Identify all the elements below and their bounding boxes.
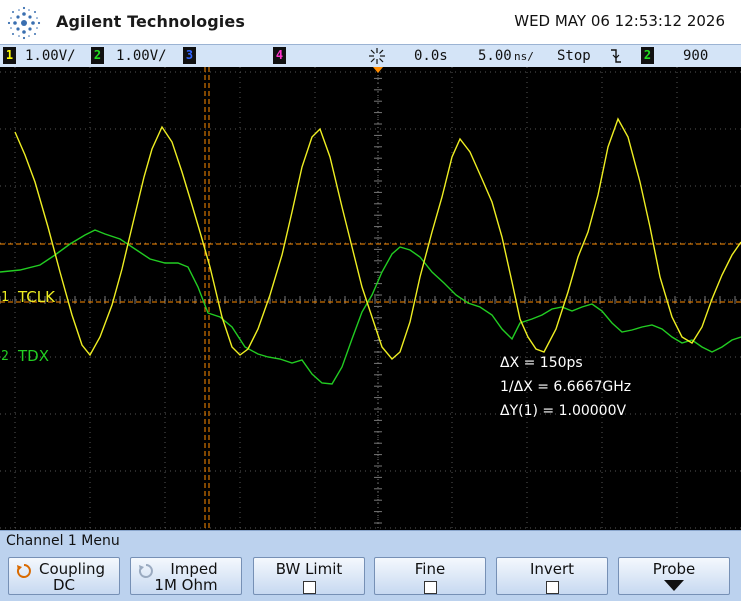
channel-1-label: TCLK xyxy=(18,288,55,306)
delta-y-readout: ΔY(1) = 1.00000V xyxy=(500,403,627,419)
waveform-graticule xyxy=(0,67,741,530)
bw-limit-checkbox[interactable] xyxy=(302,581,316,594)
invert-softkey[interactable]: Invert xyxy=(496,557,608,595)
delta-x-readout: ΔX = 150ps xyxy=(500,355,583,371)
channel-1-badge[interactable]: 1 xyxy=(3,47,16,64)
run-state[interactable]: Stop xyxy=(557,48,591,64)
invert-checkbox[interactable] xyxy=(545,581,559,594)
brand-name: Agilent Technologies xyxy=(56,12,245,31)
channel-2-badge[interactable]: 2 xyxy=(91,47,104,64)
inverse-delta-x-readout: 1/ΔX = 6.6667GHz xyxy=(500,379,632,395)
channel-4-badge[interactable]: 4 xyxy=(273,47,286,64)
acquisition-mode-icon xyxy=(369,48,385,64)
channel-2-ground-marker[interactable]: 2 xyxy=(1,349,13,364)
bw-limit-label: BW Limit xyxy=(275,560,343,578)
header-bar: Agilent Technologies WED MAY 06 12:53:12… xyxy=(0,0,741,44)
fine-softkey[interactable]: Fine xyxy=(374,557,486,595)
channel-1-ground-marker[interactable]: 1 xyxy=(1,290,13,305)
rotate-knob-icon xyxy=(16,564,31,578)
trigger-source-badge[interactable]: 2 xyxy=(641,47,654,64)
probe-label: Probe xyxy=(652,560,696,578)
invert-label: Invert xyxy=(529,560,575,578)
agilent-logo-icon xyxy=(7,6,41,40)
time-scale-unit: ns/ xyxy=(514,50,534,63)
time-scale: 5.00 xyxy=(478,48,512,64)
probe-softkey[interactable]: Probe xyxy=(618,557,730,595)
impedance-softkey[interactable]: Imped 1M Ohm xyxy=(130,557,242,595)
softkey-menu: Channel 1 Menu Coupling DC Imped 1M Ohm … xyxy=(0,530,741,601)
arrow-down-icon xyxy=(664,580,684,591)
trigger-level: 900 xyxy=(683,48,709,64)
channel-2-scale: 1.00V/ xyxy=(116,48,167,64)
coupling-softkey[interactable]: Coupling DC xyxy=(8,557,120,595)
trigger-position-marker xyxy=(373,67,383,73)
channel-3-badge[interactable]: 3 xyxy=(183,47,196,64)
fine-label: Fine xyxy=(414,560,446,578)
time-delay: 0.0s xyxy=(414,48,448,64)
cursor-measurements: ΔX = 150ps 1/ΔX = 6.6667GHz ΔY(1) = 1.00… xyxy=(500,351,631,423)
date-time: WED MAY 06 12:53:12 2026 xyxy=(514,12,725,30)
fine-checkbox[interactable] xyxy=(423,581,437,594)
waveform-display[interactable]: 1 TCLK 2 TDX ΔX = 150ps 1/ΔX = 6.6667GHz… xyxy=(0,67,741,530)
trigger-falling-edge-icon xyxy=(611,49,621,63)
status-bar: 1 1.00V/ 2 1.00V/ 3 4 0.0s 5.00 ns/ Stop… xyxy=(0,44,741,68)
menu-title: Channel 1 Menu xyxy=(6,533,120,549)
channel-1-scale: 1.00V/ xyxy=(25,48,76,64)
bw-limit-softkey[interactable]: BW Limit xyxy=(253,557,365,595)
rotate-knob-icon xyxy=(138,564,153,578)
channel-2-label: TDX xyxy=(18,347,49,365)
